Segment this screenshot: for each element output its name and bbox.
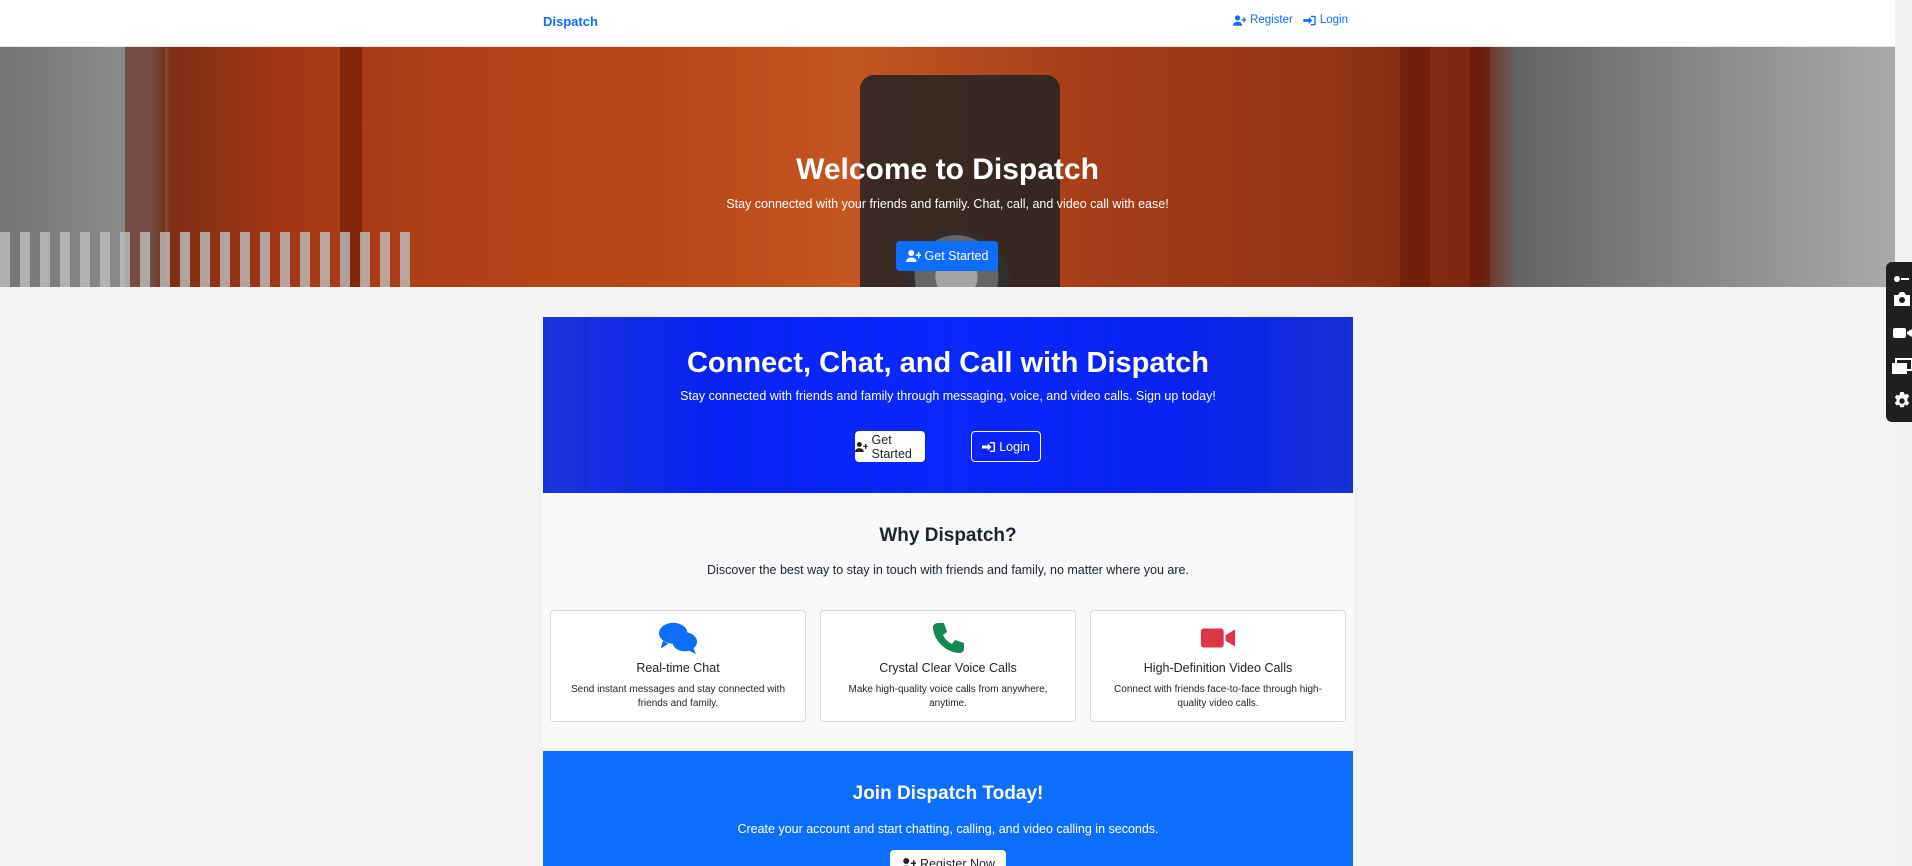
cta-background-image: [543, 317, 1353, 493]
brand-logo[interactable]: Dispatch: [543, 14, 598, 29]
camera-icon: [1894, 292, 1910, 306]
feature-card-chat: Real-time Chat Send instant messages and…: [550, 610, 806, 722]
hero-banner: Welcome to Dispatch Stay connected with …: [0, 47, 1895, 287]
user-plus-icon: [903, 858, 916, 866]
features-section: Why Dispatch? Discover the best way to s…: [543, 493, 1353, 751]
register-now-label: Register Now: [919, 857, 996, 866]
sign-in-icon: [982, 441, 996, 452]
video-camera-icon: [1200, 628, 1236, 648]
nav-login-label: Login: [1319, 14, 1348, 26]
sign-in-icon: [1303, 15, 1316, 25]
feature-card-text: Make high-quality voice calls from anywh…: [848, 684, 1048, 709]
cta-login-label: Login: [999, 439, 1030, 454]
navbar: Dispatch Register Login: [0, 0, 1895, 47]
join-subtitle: Create your account and start chatting, …: [737, 822, 1159, 836]
hero-subtitle: Stay connected with your friends and fam…: [726, 197, 1169, 211]
cta-login-button[interactable]: Login: [971, 431, 1041, 462]
features-subtitle: Discover the best way to stay in touch w…: [707, 563, 1189, 577]
record-video-button[interactable]: [1892, 324, 1912, 342]
feature-card-video: High-Definition Video Calls Connect with…: [1090, 610, 1346, 722]
phone-icon: [933, 623, 964, 653]
join-section: Join Dispatch Today! Create your account…: [543, 751, 1353, 866]
video-camera-icon: [1893, 328, 1912, 338]
settings-button[interactable]: [1892, 392, 1912, 410]
user-plus-icon: [1233, 14, 1247, 26]
screenshot-button[interactable]: [1892, 290, 1912, 308]
screens-icon: [1892, 358, 1912, 374]
user-plus-icon: [905, 250, 921, 262]
cta-get-started-label: Get Started: [871, 432, 912, 461]
link-icon: [1894, 276, 1909, 282]
feature-card-text: Connect with friends face-to-face throug…: [1114, 684, 1322, 709]
cta-get-started-button[interactable]: Get Started: [855, 431, 925, 462]
screen-share-button[interactable]: [1892, 358, 1912, 376]
hero-get-started-button[interactable]: Get Started: [896, 241, 998, 271]
cta-title: Connect, Chat, and Call with Dispatch: [686, 347, 1210, 379]
cta-banner: Connect, Chat, and Call with Dispatch St…: [543, 317, 1353, 493]
feature-card-text: Send instant messages and stay connected…: [570, 684, 786, 709]
join-title: Join Dispatch Today!: [852, 783, 1044, 804]
nav-register-link[interactable]: Register: [1233, 14, 1293, 26]
cta-subtitle: Stay connected with friends and family t…: [680, 389, 1216, 403]
feature-card-title: Real-time Chat: [636, 661, 720, 675]
feature-card-title: High-Definition Video Calls: [1143, 661, 1293, 675]
nav-register-label: Register: [1250, 14, 1293, 26]
side-toolbar: [1886, 262, 1912, 422]
link-icon-button[interactable]: [1892, 270, 1912, 282]
hero-title: Welcome to Dispatch: [796, 153, 1099, 186]
nav-login-link[interactable]: Login: [1303, 14, 1348, 26]
features-title: Why Dispatch?: [879, 525, 1017, 546]
feature-card-title: Crystal Clear Voice Calls: [879, 661, 1017, 675]
nav-links: Register Login: [1233, 14, 1348, 26]
feature-card-voice: Crystal Clear Voice Calls Make high-qual…: [820, 610, 1076, 722]
chat-bubbles-icon: [659, 622, 697, 655]
hero-get-started-label: Get Started: [924, 249, 989, 263]
register-now-button[interactable]: Register Now: [890, 850, 1006, 866]
gear-icon: [1894, 392, 1910, 408]
user-plus-icon: [855, 441, 868, 452]
page-scrollbar[interactable]: [1895, 0, 1912, 866]
